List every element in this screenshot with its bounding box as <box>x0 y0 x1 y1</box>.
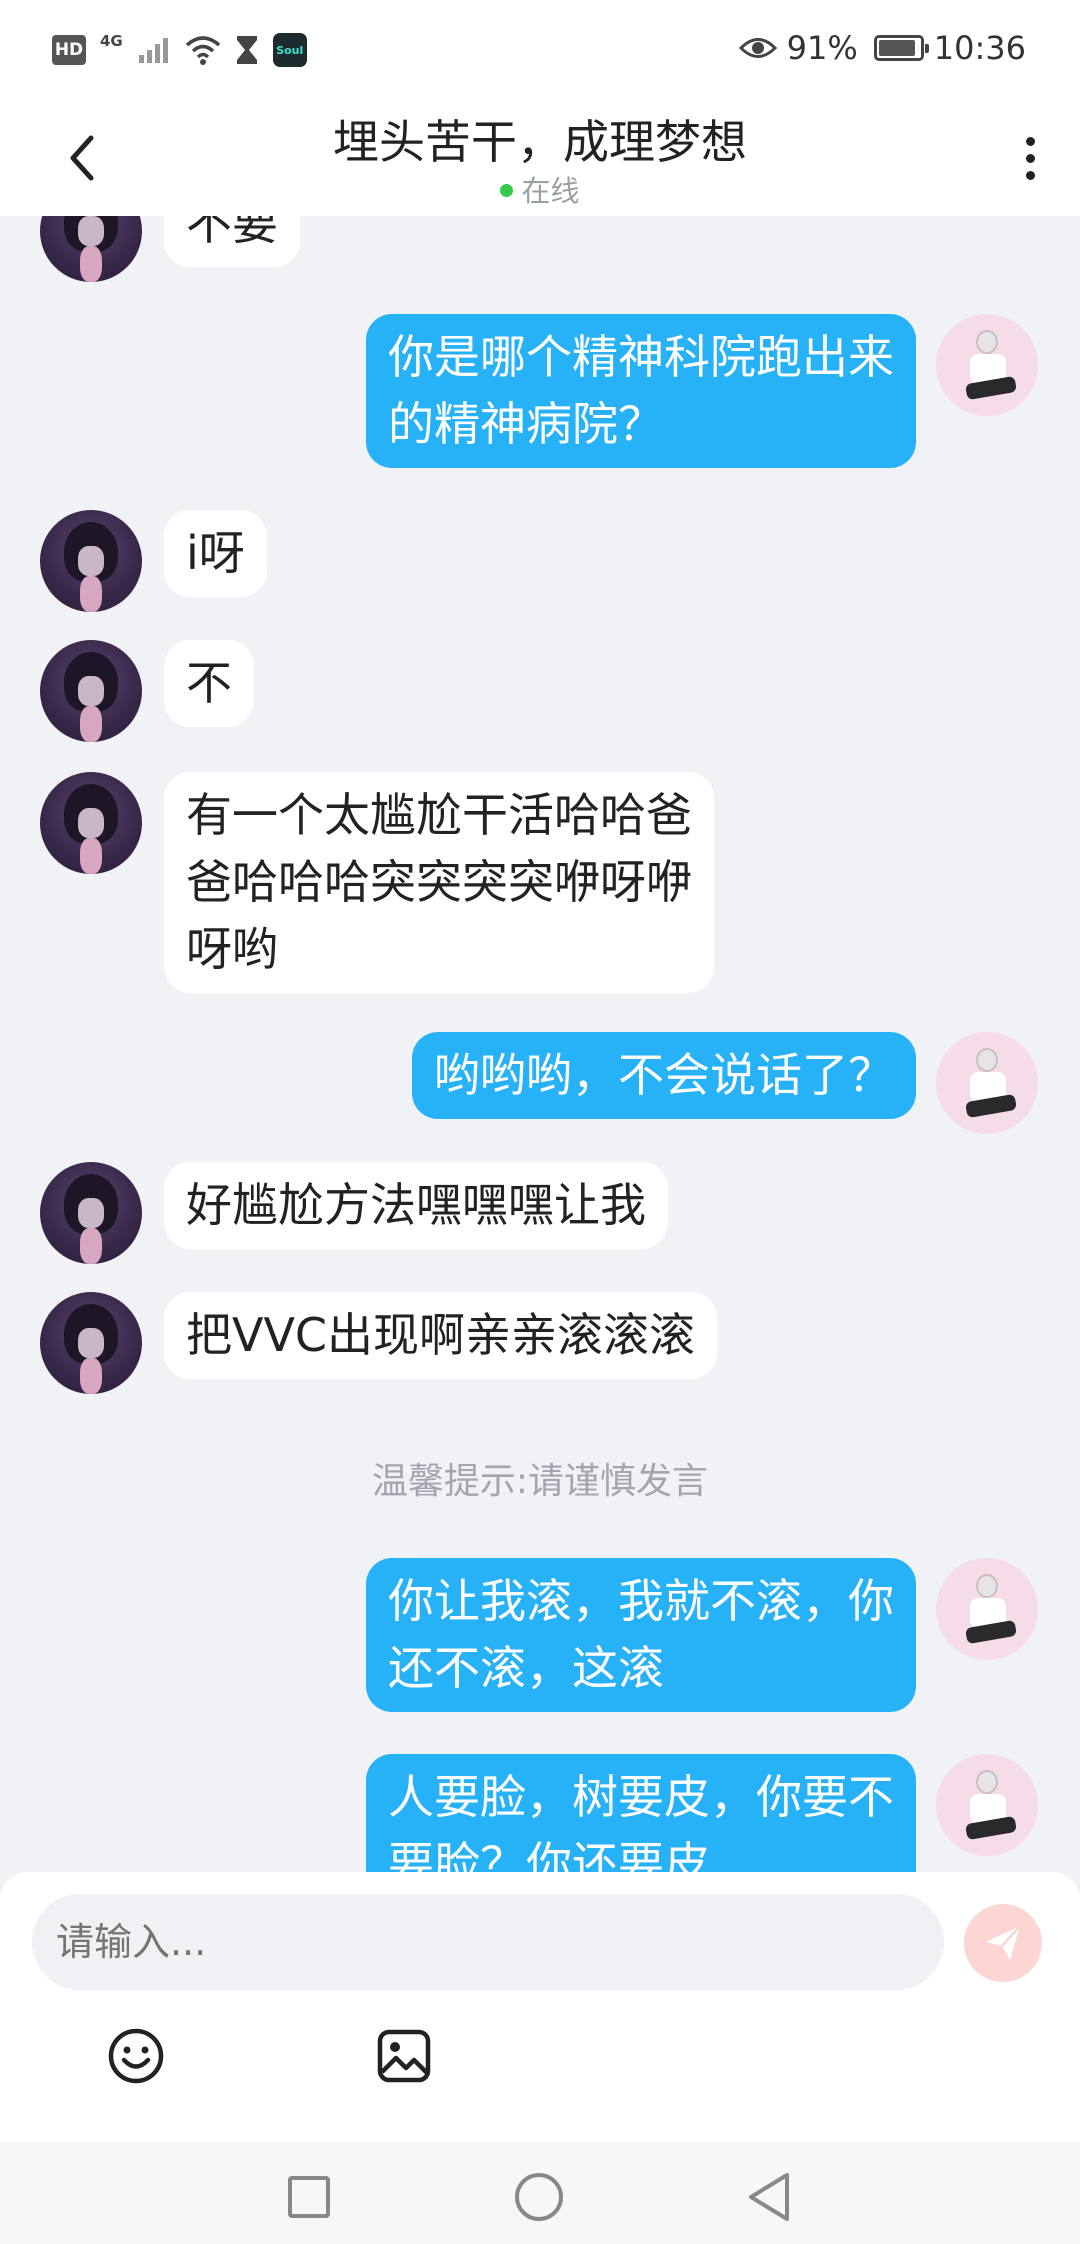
my-avatar[interactable] <box>936 1558 1038 1660</box>
network-type: 4G <box>100 32 123 50</box>
incoming-message[interactable]: 好尴尬方法嘿嘿嘿让我 <box>164 1162 668 1249</box>
battery-percent: 91% <box>786 29 858 67</box>
send-button[interactable] <box>964 1904 1042 1982</box>
more-dot <box>1025 153 1035 163</box>
composer <box>0 1872 1080 2142</box>
battery-level <box>878 40 915 56</box>
my-avatar[interactable] <box>936 314 1038 416</box>
message-list[interactable]: 不要 你是哪个精神科院跑出来 的精神病院？ i呀 不 有一个太尴尬干活哈哈爸 爸… <box>0 216 1080 1872</box>
battery-icon <box>873 35 929 61</box>
home-icon <box>515 2173 563 2221</box>
more-options-button[interactable] <box>1000 128 1060 188</box>
image-button[interactable] <box>372 2024 436 2088</box>
eye-icon <box>738 38 777 58</box>
online-status: 在线 <box>0 168 1080 210</box>
warning-tip: 温馨提示:请谨慎发言 <box>371 1461 709 1502</box>
incoming-message[interactable]: i呀 <box>164 510 267 597</box>
recent-apps-button[interactable] <box>282 2170 336 2224</box>
hd-badge: HD <box>52 35 86 65</box>
hourglass-icon <box>236 36 257 64</box>
more-dot <box>1025 170 1035 180</box>
incoming-message[interactable]: 有一个太尴尬干活哈哈爸 爸哈哈哈突突突突咿呀咿 呀哟 <box>164 772 714 993</box>
clock: 10:36 <box>933 29 1026 67</box>
wifi-icon <box>185 36 220 65</box>
incoming-message[interactable]: 把VVC出现啊亲亲滚滚滚 <box>164 1292 718 1379</box>
nav-back-button[interactable] <box>742 2170 796 2224</box>
more-dot <box>1025 136 1035 146</box>
chat-header: 埋头苦干，成理梦想 在线 <box>0 96 1080 216</box>
contact-avatar[interactable] <box>40 640 142 742</box>
my-avatar[interactable] <box>936 1754 1038 1856</box>
status-bar: HD 4G Soul 91% 10:36 <box>0 0 1080 96</box>
my-avatar[interactable] <box>936 1032 1038 1134</box>
outgoing-message[interactable]: 你是哪个精神科院跑出来 的精神病院？ <box>366 314 916 468</box>
incoming-message[interactable]: 不 <box>164 640 254 727</box>
chat-title: 埋头苦干，成理梦想 <box>333 115 747 169</box>
online-dot-icon <box>500 183 514 197</box>
image-icon <box>377 2029 431 2083</box>
contact-avatar[interactable] <box>40 1292 142 1394</box>
outgoing-message[interactable]: 哟哟哟，不会说话了？ <box>412 1032 916 1119</box>
emoji-button[interactable] <box>104 2024 168 2088</box>
outgoing-message[interactable]: 你让我滚，我就不滚，你 还不滚，这滚 <box>366 1558 916 1712</box>
emoji-icon <box>108 2028 164 2084</box>
incoming-message[interactable]: 不要 <box>164 216 300 267</box>
home-button[interactable] <box>512 2170 566 2224</box>
back-icon <box>749 2173 789 2221</box>
message-input[interactable] <box>32 1894 944 1990</box>
send-icon <box>986 1925 1021 1960</box>
contact-avatar[interactable] <box>40 510 142 612</box>
recent-apps-icon <box>288 2176 330 2218</box>
soul-app-icon: Soul <box>272 33 307 67</box>
online-status-label: 在线 <box>521 174 580 208</box>
contact-avatar[interactable] <box>40 1162 142 1264</box>
system-nav-bar <box>0 2142 1080 2244</box>
outgoing-message[interactable]: 人要脸，树要皮，你要不 要脸？你还要皮 <box>366 1754 916 1872</box>
contact-avatar[interactable] <box>40 772 142 874</box>
signal-icon <box>138 38 168 63</box>
contact-avatar[interactable] <box>40 216 142 282</box>
